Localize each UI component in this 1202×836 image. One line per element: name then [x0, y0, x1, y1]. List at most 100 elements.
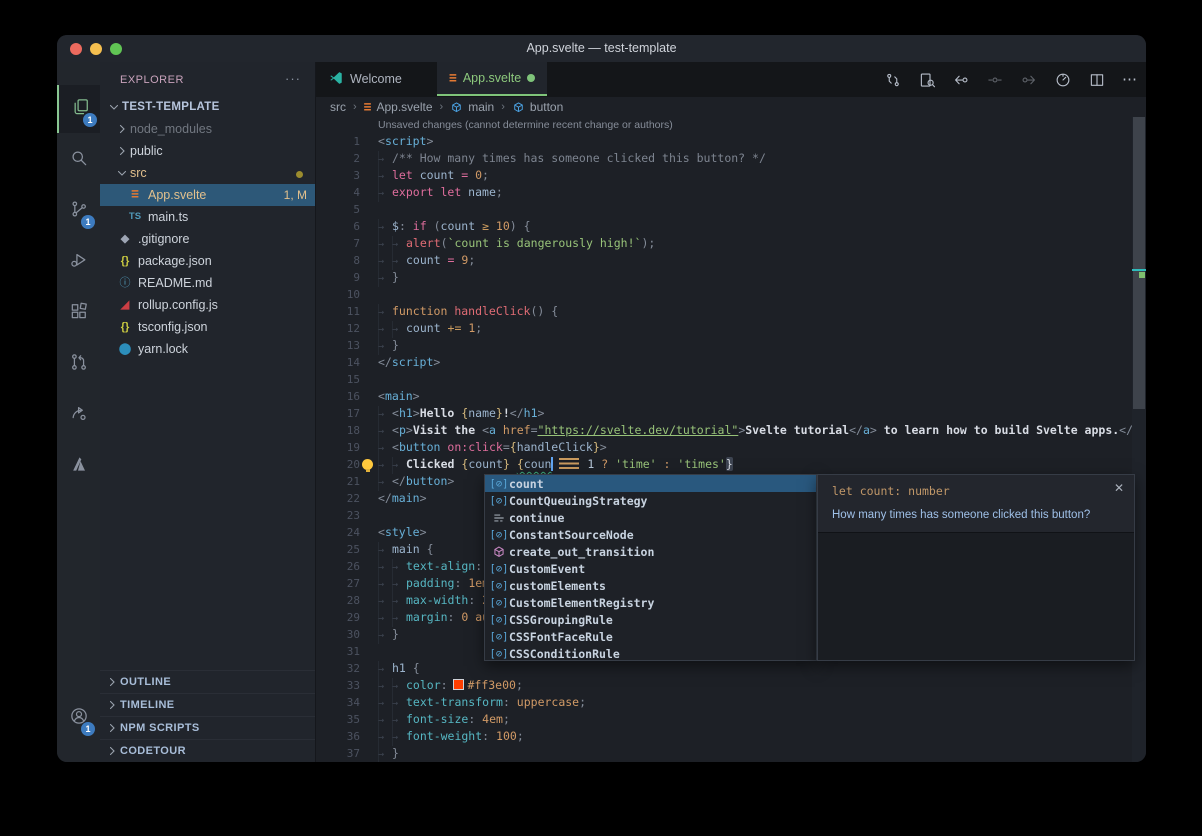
split-editor-icon[interactable]: [1088, 70, 1106, 88]
code-line-9[interactable]: 9→}: [316, 269, 1132, 286]
code-line-32[interactable]: 32→h1 {: [316, 660, 1132, 677]
equals-ligature: [559, 458, 579, 469]
activity-bar: 1 1 1 ⚙: [57, 62, 100, 762]
section-npm-scripts[interactable]: NPM SCRIPTS: [100, 716, 315, 739]
lightbulb-icon[interactable]: [362, 459, 373, 470]
code-line-19[interactable]: 19→<button on:click={handleClick}>: [316, 439, 1132, 456]
window-title: App.svelte — test-template: [57, 35, 1146, 62]
suggest-item-customelementregistry[interactable]: [⊘]CustomElementRegistry: [485, 594, 816, 611]
code-line-37[interactable]: 37→}: [316, 745, 1132, 762]
line-number: 23: [316, 507, 360, 524]
more-actions-icon[interactable]: ⋯: [1122, 70, 1138, 88]
activity-extensions[interactable]: [57, 289, 100, 337]
tab-app-svelte[interactable]: ≡App.svelte: [437, 62, 547, 96]
suggest-item-countqueuingstrategy[interactable]: [⊘]CountQueuingStrategy: [485, 492, 816, 509]
suggest-item-constantsourcenode[interactable]: [⊘]ConstantSourceNode: [485, 526, 816, 543]
title-bar[interactable]: App.svelte — test-template: [57, 35, 1146, 63]
code-line-1[interactable]: 1<script>: [316, 133, 1132, 150]
code-line-20[interactable]: 20→→Clicked {count} {coun 1 ? 'time' : '…: [316, 456, 1132, 473]
scrollbar-thumb[interactable]: [1133, 117, 1145, 409]
navigate-forward-icon[interactable]: [1020, 70, 1038, 88]
code-line-8[interactable]: 8→→count = 9;: [316, 252, 1132, 269]
activity-pull-request[interactable]: [57, 340, 100, 388]
tree-item-app-svelte[interactable]: ≡App.svelte1, M: [100, 184, 315, 206]
codelens-annotation[interactable]: Unsaved changes (cannot determine recent…: [316, 117, 1132, 133]
code-line-36[interactable]: 36→→font-weight: 100;: [316, 728, 1132, 745]
variable-kind-icon: [⊘]: [489, 478, 509, 490]
suggest-item-customelements[interactable]: [⊘]customElements: [485, 577, 816, 594]
code-line-2[interactable]: 2→/** How many times has someone clicked…: [316, 150, 1132, 167]
line-number: 3: [316, 167, 360, 184]
color-swatch[interactable]: [454, 680, 463, 689]
line-number: 9: [316, 269, 360, 286]
tree-item-public[interactable]: public: [100, 140, 315, 162]
chevron-right-icon: [104, 722, 120, 734]
suggest-item-continue[interactable]: continue: [485, 509, 816, 526]
code-line-14[interactable]: 14</script>: [316, 354, 1132, 371]
suggest-item-cssgroupingrule[interactable]: [⊘]CSSGroupingRule: [485, 611, 816, 628]
suggest-item-customevent[interactable]: [⊘]CustomEvent: [485, 560, 816, 577]
section-timeline[interactable]: TIMELINE: [100, 693, 315, 716]
activity-azure[interactable]: [57, 442, 100, 490]
close-icon[interactable]: ✕: [1114, 481, 1124, 495]
suggest-item-cssfontfacerule[interactable]: [⊘]CSSFontFaceRule: [485, 628, 816, 645]
code-line-10[interactable]: 10: [316, 286, 1132, 303]
code-line-17[interactable]: 17→<h1>Hello {name}!</h1>: [316, 405, 1132, 422]
code-line-16[interactable]: 16<main>: [316, 388, 1132, 405]
activity-debug[interactable]: [57, 238, 100, 286]
editor-scrollbar[interactable]: [1132, 117, 1146, 762]
suggest-item-create_out_transition[interactable]: create_out_transition: [485, 543, 816, 560]
breadcrumb-item-src[interactable]: src: [330, 100, 346, 114]
code-line-33[interactable]: 33→→color: #ff3e00;: [316, 677, 1132, 694]
tree-item-tsconfig-json[interactable]: {}tsconfig.json: [100, 316, 315, 338]
run-icon[interactable]: [1054, 70, 1072, 88]
suggest-item-cssconditionrule[interactable]: [⊘]CSSConditionRule: [485, 645, 816, 662]
tree-item-main-ts[interactable]: TSmain.ts: [100, 206, 315, 228]
tree-item-yarn-lock[interactable]: ⬤yarn.lock: [100, 338, 315, 360]
tab-welcome[interactable]: Welcome: [316, 62, 414, 96]
code-line-18[interactable]: 18→<p>Visit the <a href="https://svelte.…: [316, 422, 1132, 439]
activity-live-share[interactable]: [57, 391, 100, 439]
code-line-35[interactable]: 35→→font-size: 4em;: [316, 711, 1132, 728]
code-line-6[interactable]: 6→$: if (count ≥ 10) {: [316, 218, 1132, 235]
section-outline[interactable]: OUTLINE: [100, 670, 315, 693]
navigate-back-icon[interactable]: [952, 70, 970, 88]
line-number: 29: [316, 609, 360, 626]
line-number: 33: [316, 677, 360, 694]
suggest-item-count[interactable]: [⊘]count: [485, 475, 816, 492]
code-editor[interactable]: Unsaved changes (cannot determine recent…: [316, 117, 1132, 762]
breadcrumb-item-main[interactable]: main: [450, 100, 494, 114]
open-preview-icon[interactable]: [918, 70, 936, 88]
code-line-4[interactable]: 4→export let name;: [316, 184, 1132, 201]
breadcrumb-item-app-svelte[interactable]: ≡App.svelte: [364, 100, 433, 115]
code-line-5[interactable]: 5: [316, 201, 1132, 218]
chevron-right-icon: [114, 145, 130, 157]
code-line-13[interactable]: 13→}: [316, 337, 1132, 354]
breadcrumb[interactable]: src›≡App.svelte›main›button: [316, 97, 1146, 117]
breadcrumb-separator: ›: [353, 101, 357, 113]
code-line-11[interactable]: 11→function handleClick() {: [316, 303, 1132, 320]
section-codetour[interactable]: CODETOUR: [100, 739, 315, 762]
activity-source-control[interactable]: 1: [57, 187, 100, 235]
symbol-description: How many times has someone clicked this …: [832, 509, 1134, 521]
source-control-compare-icon[interactable]: [884, 70, 902, 88]
activity-account[interactable]: 1: [57, 694, 100, 742]
navigate-current-icon[interactable]: [986, 70, 1004, 88]
tree-item-package-json[interactable]: {}package.json: [100, 250, 315, 272]
breadcrumb-item-button[interactable]: button: [512, 100, 563, 114]
code-line-34[interactable]: 34→→text-transform: uppercase;: [316, 694, 1132, 711]
tree-item-src[interactable]: src: [100, 162, 315, 184]
code-line-12[interactable]: 12→→count += 1;: [316, 320, 1132, 337]
tree-item--gitignore[interactable]: ◆.gitignore: [100, 228, 315, 250]
code-line-7[interactable]: 7→→alert(`count is dangerously high!`);: [316, 235, 1132, 252]
tree-item-node-modules[interactable]: node_modules: [100, 118, 315, 140]
tree-root-test-template[interactable]: TEST-TEMPLATE: [100, 96, 315, 118]
code-line-15[interactable]: 15: [316, 371, 1132, 388]
activity-search[interactable]: [57, 136, 100, 184]
sidebar-more-actions-icon[interactable]: ···: [285, 62, 301, 96]
tree-item-rollup-config-js[interactable]: ◢rollup.config.js: [100, 294, 315, 316]
activity-files[interactable]: 1: [57, 85, 102, 133]
code-line-3[interactable]: 3→let count = 0;: [316, 167, 1132, 184]
tree-item-readme-md[interactable]: ⓘREADME.md: [100, 272, 315, 294]
activity-gear[interactable]: ⚙: [57, 746, 100, 762]
